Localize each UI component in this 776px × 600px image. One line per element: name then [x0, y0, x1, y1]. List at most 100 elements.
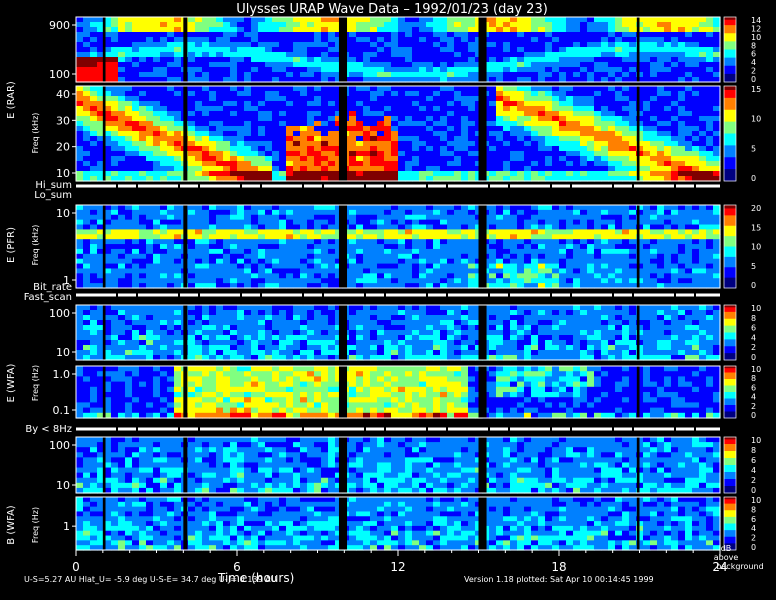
heatmap-cell: [209, 86, 217, 92]
heatmap-cell: [314, 136, 322, 142]
heatmap-cell: [594, 273, 602, 279]
heatmap-cell: [174, 263, 182, 270]
heatmap-cell: [76, 146, 84, 152]
heatmap-cell: [146, 171, 154, 177]
heatmap-cell: [559, 121, 567, 127]
heatmap-cell: [461, 156, 469, 162]
heatmap-cell: [286, 32, 294, 38]
heatmap-cell: [237, 214, 245, 221]
heatmap-cell: [258, 52, 266, 58]
heatmap-cell: [524, 141, 532, 147]
heatmap-cell: [489, 253, 497, 260]
heatmap-cell: [573, 209, 581, 216]
heatmap-cell: [706, 47, 714, 53]
heatmap-cell: [594, 156, 602, 162]
heatmap-cell: [244, 151, 252, 157]
heatmap-cell: [132, 116, 140, 122]
heatmap-cell: [188, 224, 196, 231]
heatmap-cell: [384, 219, 392, 226]
heatmap-cell: [657, 111, 665, 117]
heatmap-cell: [314, 111, 322, 117]
heatmap-cell: [76, 166, 84, 172]
colorbar-tick-label: 10: [751, 115, 761, 124]
heatmap-cell: [118, 166, 126, 172]
heatmap-cell: [251, 209, 259, 216]
heatmap-cell: [349, 136, 357, 142]
heatmap-cell: [573, 263, 581, 270]
heatmap-cell: [377, 229, 385, 235]
heatmap-cell: [531, 72, 539, 78]
heatmap-cell: [125, 106, 133, 112]
heatmap-cell: [356, 106, 364, 112]
heatmap-cell: [566, 27, 574, 33]
heatmap-cell: [139, 315, 147, 321]
heatmap-cell: [265, 273, 273, 279]
heatmap-cell: [195, 116, 203, 122]
heatmap-cell: [244, 161, 252, 167]
heatmap-cell: [244, 244, 252, 250]
heatmap-cell: [489, 258, 497, 265]
heatmap-cell: [699, 52, 707, 58]
heatmap-cell: [251, 345, 259, 351]
heatmap-cell: [643, 141, 651, 147]
heatmap-cell: [300, 253, 308, 260]
heatmap-cell: [76, 96, 84, 102]
heatmap-cell: [139, 62, 147, 68]
heatmap-cell: [510, 96, 518, 102]
heatmap-cell: [384, 166, 392, 172]
heatmap-cell: [244, 136, 252, 142]
heatmap-cell: [391, 86, 399, 92]
colorbar-tick-label: 0: [751, 281, 756, 290]
heatmap-cell: [321, 96, 329, 102]
heatmap-cell: [307, 239, 315, 245]
heatmap-cell: [300, 273, 308, 279]
heatmap-cell: [258, 330, 266, 336]
heatmap-cell: [132, 101, 140, 107]
heatmap-cell: [328, 116, 336, 122]
heatmap-cell: [433, 273, 441, 279]
heatmap-cell: [258, 229, 266, 235]
heatmap-cell: [461, 111, 469, 117]
heatmap-cell: [153, 229, 161, 235]
heatmap-cell: [286, 209, 294, 216]
heatmap-cell: [209, 111, 217, 117]
heatmap-cell: [258, 57, 266, 63]
heatmap-cell: [314, 116, 322, 122]
heatmap-cell: [349, 106, 357, 112]
heatmap-cell: [76, 273, 84, 279]
heatmap-cell: [223, 146, 231, 152]
heatmap-cell: [426, 86, 434, 92]
heatmap-cell: [713, 101, 721, 107]
heatmap-cell: [503, 151, 511, 157]
heatmap-cell: [244, 111, 252, 117]
heatmap-cell: [440, 42, 448, 48]
heatmap-cell: [426, 214, 434, 221]
heatmap-cell: [524, 62, 532, 68]
heatmap-cell: [566, 32, 574, 38]
heatmap-cell: [216, 315, 224, 321]
heatmap-cell: [622, 146, 630, 152]
heatmap-cell: [377, 268, 385, 274]
heatmap-cell: [265, 91, 273, 97]
heatmap-cell: [265, 219, 273, 226]
heatmap-cell: [650, 126, 658, 132]
heatmap-cell: [524, 106, 532, 112]
heatmap-cell: [363, 27, 371, 33]
heatmap-cell: [363, 248, 371, 255]
heatmap-cell: [657, 234, 665, 240]
heatmap-cell: [132, 253, 140, 260]
heatmap-cell: [391, 27, 399, 33]
heatmap-cell: [538, 166, 546, 172]
heatmap-cell: [223, 111, 231, 117]
heatmap-cell: [678, 141, 686, 147]
heatmap-cell: [286, 156, 294, 162]
heatmap-cell: [664, 106, 672, 112]
heatmap-cell: [349, 22, 357, 28]
heatmap-cell: [251, 151, 259, 157]
heatmap-cell: [713, 22, 721, 28]
heatmap-cell: [188, 131, 196, 137]
heatmap-cell: [412, 278, 420, 284]
heatmap-cell: [629, 42, 637, 48]
heatmap-cell: [188, 330, 196, 336]
heatmap-cell: [237, 239, 245, 245]
